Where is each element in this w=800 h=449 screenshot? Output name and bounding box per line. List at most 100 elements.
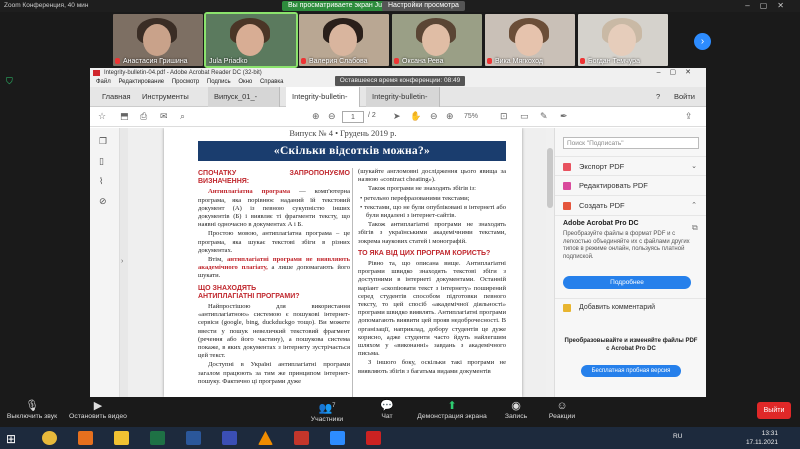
item-label: Создать PDF [579,201,625,210]
star-icon[interactable]: ☆ [98,111,106,122]
free-trial-button[interactable]: Бесплатная пробная версия [581,365,681,377]
video-camera-icon: ▶ [93,400,103,412]
reactions-button[interactable]: ☺ Реакции [544,399,580,425]
item-label: Экспорт PDF [579,162,625,171]
tab-tools[interactable]: Инструменты [136,87,195,107]
participant-name: Jula Priadko [209,58,248,65]
file-explorer-icon[interactable] [114,431,129,445]
zoom-level[interactable]: 75% [464,113,478,120]
bottom-promo-title: Преобразовывайте и изменяйте файлы PDF с… [564,338,698,352]
create-pdf-item[interactable]: Создать PDF ⌃ [555,196,706,216]
share-screen-button[interactable]: ⬆ Демонстрация экрана [412,399,492,425]
participant-gallery: Анастасия Гришина Jula Priadko Валерия С… [0,12,800,68]
participant-tile[interactable]: Вика Мягкоход [485,14,575,66]
chat-button[interactable]: 💬 Чат [372,399,402,425]
menu-help[interactable]: Справка [260,79,284,85]
chrome-icon[interactable] [42,431,57,445]
participant-tile[interactable]: Анастасия Гришина [113,14,203,66]
menu-file[interactable]: Файл [96,79,111,85]
participant-tile-active-speaker[interactable]: Jula Priadko [204,12,298,68]
participants-icon: 👥7 [318,402,336,415]
add-comment-item[interactable]: Добавить комментарий [555,298,706,316]
bookmark-icon[interactable]: ▯ [99,156,104,167]
participants-button[interactable]: 👥7 Участники [302,399,352,425]
menu-edit[interactable]: Редактирование [118,79,164,85]
window-controls[interactable]: –▢✕ [745,1,794,10]
cursor-icon[interactable]: ➤ [393,111,401,122]
paperclip-icon[interactable]: ⊘ [99,196,107,207]
save-app-icon[interactable] [222,431,237,445]
section-heading: ТО ЯКА ВІД ЦИХ ПРОГРАМ КОРИСТЬ? [358,249,491,257]
menu-sign[interactable]: Подпись [207,79,231,85]
menu-window[interactable]: Окно [238,79,252,85]
help-icon[interactable]: ? [650,87,666,107]
hand-icon[interactable]: ✋ [410,111,421,122]
mute-button[interactable]: 🎙 Выключить звук [2,399,62,425]
zoom-app-icon[interactable] [330,431,345,445]
powerpoint-icon[interactable] [294,431,309,445]
record-button[interactable]: ◉ Запись [500,399,532,425]
menu-view[interactable]: Просмотр [172,79,199,85]
comment-icon[interactable]: ▭ [520,111,529,122]
zoom-out-icon[interactable]: ⊖ [430,111,438,122]
bullet-item: • текстами, що не були опубліковані в ін… [360,203,506,220]
acrobat-window-controls[interactable]: –▢✕ [657,68,700,78]
save-icon[interactable]: ⬒ [120,111,129,122]
muted-mic-icon [301,58,306,64]
export-pdf-item[interactable]: Экспорт PDF ⌄ [555,156,706,176]
promo-details-button[interactable]: Подробнее [563,276,691,289]
bullet-item: • ретельно перефразованими текстами; [360,194,470,202]
page-number-input[interactable]: 1 [342,111,364,123]
participants-count: 7 [332,403,336,409]
attachment-icon[interactable]: ⌇ [99,176,103,187]
left-panel-collapse[interactable]: › [120,128,128,397]
vlc-icon[interactable] [258,431,273,445]
tab-doc-integrity[interactable]: Integrity-bulletin-0...✕ [366,87,440,121]
tab-doc-vypusk[interactable]: Випуск_01_-_v_5.pdf [208,87,280,121]
acrobat-app-icon[interactable] [366,431,381,445]
language-indicator[interactable]: RU [673,433,682,440]
media-player-icon[interactable] [78,431,93,445]
pen-icon[interactable]: ✎ [540,111,548,122]
chevron-up-icon: ⌃ [691,202,697,209]
login-button[interactable]: Войти [668,87,701,107]
paragraph: З іншого боку, оскільки такі програми не… [358,359,506,375]
participant-tile[interactable]: Оксана Рева [392,14,482,66]
sign-icon[interactable]: ✒ [560,111,568,122]
left-margin [0,68,90,397]
document-scrollbar[interactable] [546,128,554,397]
meeting-title: Zoom Конференция, 40 мин [4,2,89,9]
tab-doc-integrity-active[interactable]: Integrity-bulletin-0...✕ [286,87,360,121]
term: Антиплагіатна програма [208,188,291,196]
print-icon[interactable]: ⎙ [140,111,147,122]
participant-name: Вика Мягкоход [495,58,544,65]
view-options-button[interactable]: Настройки просмотра [382,1,465,11]
search-icon[interactable]: ⌕ [180,111,185,122]
zoom-in-icon[interactable]: ⊕ [446,111,454,122]
gallery-next-icon[interactable]: › [694,33,711,50]
tool-search-input[interactable]: Поиск "Подписать" [563,137,699,149]
leave-meeting-button[interactable]: Выйти [757,402,791,419]
excel-icon[interactable] [150,431,165,445]
shield-icon[interactable]: ⛉ [6,76,16,86]
button-label: Выключить звук [6,413,58,420]
chat-icon: 💬 [380,400,394,412]
share-icon[interactable]: ⇪ [685,111,693,122]
participant-tile[interactable]: Богдан Темчура [578,14,668,66]
fit-page-icon[interactable]: ⊡ [500,111,508,122]
document-view[interactable]: Випуск № 4 • Грудень 2019 р. «Скільки ві… [128,128,546,397]
pages-icon[interactable]: ❐ [99,136,107,147]
page-down-icon[interactable]: ⊖ [328,111,336,122]
participant-tile[interactable]: Валерия Слабова [299,14,389,66]
clock-time: 13:31 [761,430,778,437]
word-icon[interactable] [186,431,201,445]
mail-icon[interactable]: ✉ [160,111,168,122]
tab-home[interactable]: Главная [96,87,137,107]
paragraph: Втім, антиплагіатні програми не виявляют… [198,256,350,281]
page-up-icon[interactable]: ⊕ [312,111,320,122]
system-clock[interactable]: 13:31 17.11.2021 [746,429,778,447]
windows-start-icon[interactable]: ⊞ [6,432,16,446]
edit-pdf-item[interactable]: Редактировать PDF [555,176,706,196]
scrollbar-thumb[interactable] [547,148,553,208]
stop-video-button[interactable]: ▶ Остановить видео [64,399,132,425]
